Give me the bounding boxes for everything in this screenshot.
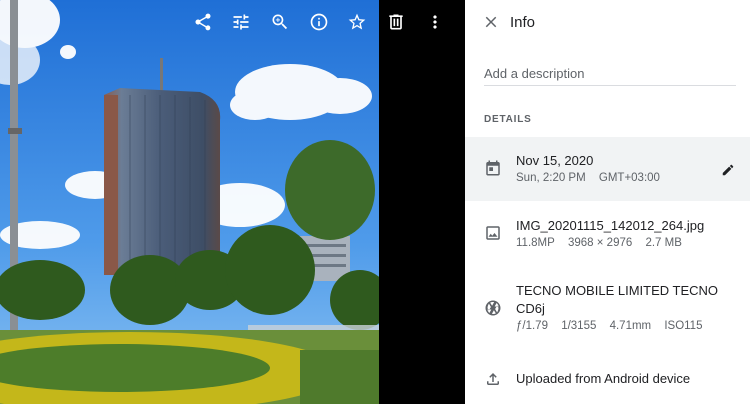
photo[interactable] bbox=[0, 0, 379, 404]
upload-icon bbox=[484, 370, 502, 388]
upload-row: Uploaded from Android device bbox=[465, 358, 750, 400]
details-heading: DETAILS bbox=[484, 114, 532, 125]
panel-title: Info bbox=[510, 14, 536, 31]
star-icon bbox=[348, 13, 366, 30]
photo-viewer bbox=[0, 0, 465, 404]
delete-icon bbox=[389, 14, 403, 30]
edit-adjust-icon bbox=[233, 14, 249, 30]
time-text: Sun, 2:20 PM bbox=[516, 172, 586, 184]
description-input[interactable] bbox=[484, 62, 736, 86]
date-text: Nov 15, 2020 bbox=[516, 153, 594, 168]
share-icon bbox=[195, 13, 211, 31]
file-row: IMG_20201115_142012_264.jpg 11.8MP 3968 … bbox=[465, 208, 750, 268]
aperture-icon bbox=[484, 299, 502, 317]
more-options-button[interactable] bbox=[422, 9, 448, 35]
edit-date-button[interactable] bbox=[718, 160, 738, 180]
calendar-icon bbox=[484, 159, 502, 177]
close-icon bbox=[485, 16, 497, 28]
image-icon bbox=[484, 224, 502, 242]
upload-source: Uploaded from Android device bbox=[516, 371, 691, 386]
megapixels: 11.8MP bbox=[516, 237, 555, 249]
photo-image bbox=[0, 0, 379, 404]
info-icon bbox=[310, 13, 328, 31]
camera-settings: ƒ/1.79 1/3155 4.71mm ISO115 bbox=[516, 320, 712, 332]
info-panel-header: Info bbox=[465, 0, 750, 46]
photo-toolbar bbox=[180, 0, 460, 44]
info-panel: Info DETAILS Nov 15, 2020 Sun, 2:20 PM G… bbox=[465, 0, 750, 404]
info-button[interactable] bbox=[306, 9, 332, 35]
more-vert-icon bbox=[433, 15, 437, 29]
aperture-value: ƒ/1.79 bbox=[516, 320, 548, 332]
camera-model: TECNO MOBILE LIMITED TECNO CD6j bbox=[516, 283, 719, 316]
pencil-icon bbox=[722, 164, 734, 176]
zoom-button[interactable] bbox=[267, 9, 293, 35]
file-details: 11.8MP 3968 × 2976 2.7 MB bbox=[516, 237, 692, 249]
iso-value: ISO115 bbox=[664, 320, 703, 332]
focal-length: 4.71mm bbox=[609, 320, 652, 332]
timezone-text: GMT+03:00 bbox=[598, 172, 660, 184]
share-button[interactable] bbox=[190, 9, 216, 35]
file-name: IMG_20201115_142012_264.jpg bbox=[516, 218, 705, 233]
resolution: 3968 × 2976 bbox=[567, 237, 633, 249]
close-button[interactable] bbox=[479, 10, 503, 34]
adjust-button[interactable] bbox=[228, 9, 254, 35]
zoom-in-icon bbox=[272, 14, 288, 30]
favorite-button[interactable] bbox=[344, 9, 370, 35]
camera-row: TECNO MOBILE LIMITED TECNO CD6j ƒ/1.79 1… bbox=[465, 274, 750, 348]
date-subtext: Sun, 2:20 PM GMT+03:00 bbox=[516, 172, 670, 184]
shutter-value: 1/3155 bbox=[561, 320, 597, 332]
delete-button[interactable] bbox=[383, 9, 409, 35]
file-size: 2.7 MB bbox=[645, 237, 682, 249]
date-row[interactable]: Nov 15, 2020 Sun, 2:20 PM GMT+03:00 bbox=[465, 137, 750, 201]
